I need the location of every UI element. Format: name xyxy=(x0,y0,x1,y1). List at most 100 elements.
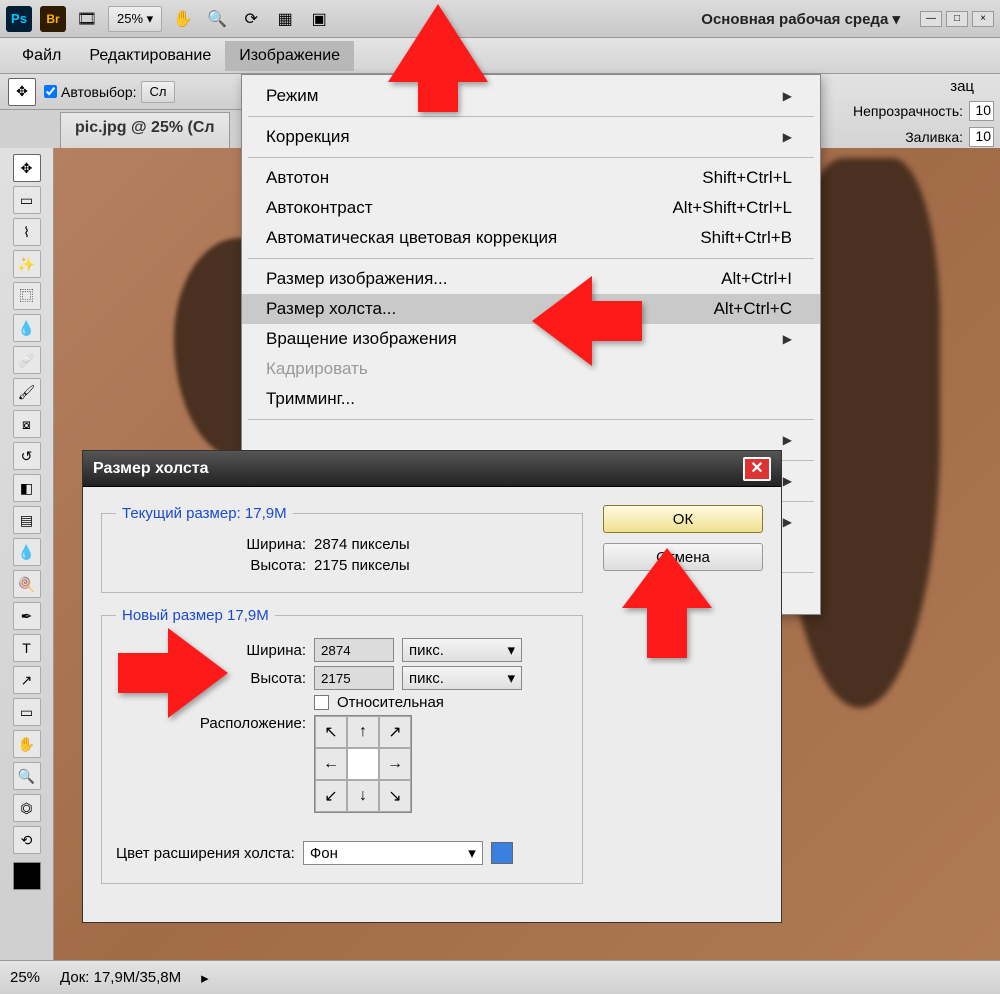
filmstrip-icon[interactable]: 🎞 xyxy=(74,6,100,32)
autoselect-target[interactable]: Сл xyxy=(141,81,176,103)
extension-color-label: Цвет расширения холста: xyxy=(116,845,295,862)
menu-image[interactable]: Изображение xyxy=(225,41,354,71)
screenmode-icon[interactable]: ▣ xyxy=(306,6,332,32)
width-input[interactable] xyxy=(314,638,394,662)
shortcut-label: Shift+Ctrl+L xyxy=(702,168,792,188)
shortcut-label: Alt+Ctrl+I xyxy=(721,269,792,289)
healing-tool[interactable]: 🩹 xyxy=(13,346,41,374)
anchor-center[interactable] xyxy=(347,748,379,780)
menu-edit[interactable]: Редактирование xyxy=(75,41,225,71)
zoom-level-dropdown[interactable]: 25% ▾ xyxy=(108,6,162,32)
chevron-right-icon: ▶ xyxy=(783,515,792,529)
document-tab[interactable]: pic.jpg @ 25% (Сл xyxy=(60,112,230,148)
workspace-switcher[interactable]: Основная рабочая среда ▾ xyxy=(701,10,900,28)
annotation-arrow-icon xyxy=(622,548,712,661)
relative-checkbox[interactable] xyxy=(314,695,329,710)
eyedropper-tool[interactable]: 💧 xyxy=(13,314,41,342)
anchor-grid[interactable]: ↖ ↑ ↗ ← → ↙ ↓ ↘ xyxy=(314,715,412,813)
height-unit-select[interactable]: пикс.▾ xyxy=(402,666,522,690)
move-tool[interactable]: ✥ xyxy=(13,154,41,182)
ok-button[interactable]: ОК xyxy=(603,505,763,533)
annotation-arrow-icon xyxy=(118,628,228,721)
brush-tool[interactable]: 🖌 xyxy=(13,378,41,406)
close-button[interactable]: × xyxy=(972,11,994,27)
opacity-input[interactable]: 10 xyxy=(969,101,994,121)
menu-autocontrast[interactable]: АвтоконтрастAlt+Shift+Ctrl+L xyxy=(242,193,820,223)
anchor-ne[interactable]: ↗ xyxy=(379,716,411,748)
lasso-tool[interactable]: ⌇ xyxy=(13,218,41,246)
hand-tool[interactable]: ✋ xyxy=(13,730,41,758)
status-zoom[interactable]: 25% xyxy=(10,969,40,986)
maximize-button[interactable]: □ xyxy=(946,11,968,27)
eraser-tool[interactable]: ◧ xyxy=(13,474,41,502)
menu-file[interactable]: Файл xyxy=(8,41,75,71)
dialog-close-button[interactable]: ✕ xyxy=(743,457,771,481)
hand-icon[interactable]: ✋ xyxy=(170,6,196,32)
blur-tool[interactable]: 💧 xyxy=(13,538,41,566)
fill-input[interactable]: 10 xyxy=(969,127,994,147)
height-input[interactable] xyxy=(314,666,394,690)
wand-tool[interactable]: ✨ xyxy=(13,250,41,278)
anchor-s[interactable]: ↓ xyxy=(347,780,379,812)
cur-width-label: Ширина: xyxy=(116,536,306,553)
foreground-color-swatch[interactable] xyxy=(13,862,41,890)
menu-autotone[interactable]: АвтотонShift+Ctrl+L xyxy=(242,163,820,193)
dialog-titlebar[interactable]: Размер холста ✕ xyxy=(83,451,781,487)
type-tool[interactable]: T xyxy=(13,634,41,662)
menu-canvas-size[interactable]: Размер холста...Alt+Ctrl+C xyxy=(242,294,820,324)
marquee-tool[interactable]: ▭ xyxy=(13,186,41,214)
anchor-n[interactable]: ↑ xyxy=(347,716,379,748)
menu-separator xyxy=(248,157,814,158)
dialog-title: Размер холста xyxy=(93,460,209,478)
menu-trim[interactable]: Тримминг... xyxy=(242,384,820,414)
text-tab-fragment[interactable]: зац xyxy=(827,78,994,95)
zoom-icon[interactable]: 🔍 xyxy=(204,6,230,32)
cur-height-value: 2175 пикселы xyxy=(314,557,410,574)
chevron-right-icon: ▶ xyxy=(783,89,792,103)
app-topbar: Ps Br 🎞 25% ▾ ✋ 🔍 ⟳ ▦ ▣ Основная рабочая… xyxy=(0,0,1000,38)
3d-rotate-tool[interactable]: ⟲ xyxy=(13,826,41,854)
minimize-button[interactable]: — xyxy=(920,11,942,27)
extension-color-select[interactable]: Фон▾ xyxy=(303,841,483,865)
dodge-tool[interactable]: 🍭 xyxy=(13,570,41,598)
rotate-icon[interactable]: ⟳ xyxy=(238,6,264,32)
chevron-right-icon[interactable]: ▸ xyxy=(201,969,209,987)
extension-color-swatch[interactable] xyxy=(491,842,513,864)
stamp-tool[interactable]: ⧇ xyxy=(13,410,41,438)
menu-separator xyxy=(248,419,814,420)
3d-camera-tool[interactable]: ⏣ xyxy=(13,794,41,822)
arrange-icon[interactable]: ▦ xyxy=(272,6,298,32)
anchor-se[interactable]: ↘ xyxy=(379,780,411,812)
status-doc-size[interactable]: Док: 17,9M/35,8M xyxy=(60,969,181,986)
move-tool-icon[interactable]: ✥ xyxy=(8,78,36,106)
bridge-logo-icon[interactable]: Br xyxy=(40,6,66,32)
menu-mode[interactable]: Режим▶ xyxy=(242,81,820,111)
anchor-e[interactable]: → xyxy=(379,748,411,780)
gradient-tool[interactable]: ▤ xyxy=(13,506,41,534)
zoom-tool[interactable]: 🔍 xyxy=(13,762,41,790)
crop-tool[interactable]: ⿴ xyxy=(13,282,41,310)
chevron-down-icon: ▾ xyxy=(468,844,476,862)
relative-label: Относительная xyxy=(337,694,444,711)
autoselect-checkbox[interactable] xyxy=(44,85,57,98)
shortcut-label: Alt+Ctrl+C xyxy=(714,299,792,319)
shape-tool[interactable]: ▭ xyxy=(13,698,41,726)
anchor-w[interactable]: ← xyxy=(315,748,347,780)
chevron-right-icon: ▶ xyxy=(783,474,792,488)
status-bar: 25% Док: 17,9M/35,8M ▸ xyxy=(0,960,1000,994)
width-unit-select[interactable]: пикс.▾ xyxy=(402,638,522,662)
cur-width-value: 2874 пикселы xyxy=(314,536,410,553)
menu-image-rotation[interactable]: Вращение изображения▶ xyxy=(242,324,820,354)
anchor-sw[interactable]: ↙ xyxy=(315,780,347,812)
current-size-legend: Текущий размер: 17,9M xyxy=(116,505,293,522)
history-brush-tool[interactable]: ↺ xyxy=(13,442,41,470)
annotation-arrow-icon xyxy=(388,4,488,117)
menu-adjustments[interactable]: Коррекция▶ xyxy=(242,122,820,152)
anchor-nw[interactable]: ↖ xyxy=(315,716,347,748)
path-tool[interactable]: ↗ xyxy=(13,666,41,694)
menu-autocolor[interactable]: Автоматическая цветовая коррекцияShift+C… xyxy=(242,223,820,253)
menu-image-size[interactable]: Размер изображения...Alt+Ctrl+I xyxy=(242,264,820,294)
autoselect-label: Автовыбор: xyxy=(61,84,137,100)
current-size-group: Текущий размер: 17,9M Ширина: 2874 пиксел… xyxy=(101,505,583,593)
pen-tool[interactable]: ✒ xyxy=(13,602,41,630)
